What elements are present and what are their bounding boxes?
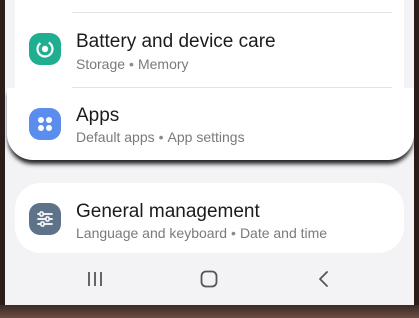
device-frame	[0, 305, 419, 318]
settings-screen: Battery and device care Storage • Memory A…	[5, 0, 414, 305]
back-icon	[319, 271, 328, 287]
settings-item-subtitle: Language and keyboard • Date and time	[76, 225, 327, 241]
subtitle-part: Default apps	[76, 129, 155, 145]
subtitle-part: Date and time	[239, 225, 328, 241]
subtitle-part: App settings	[167, 129, 245, 145]
settings-item-title: Apps	[76, 105, 120, 126]
subtitle-part: Memory	[137, 56, 189, 72]
separator-dot: •	[129, 56, 134, 72]
divider	[72, 12, 392, 13]
sliders-icon	[29, 203, 61, 235]
subtitle-part: Language and keyboard	[76, 225, 228, 241]
settings-item-general-management[interactable]: General management Language and keyboard…	[15, 183, 404, 253]
home-icon	[200, 270, 218, 288]
settings-item-battery[interactable]: Battery and device care Storage • Memory	[15, 14, 404, 88]
settings-item-title: Battery and device care	[76, 31, 276, 52]
navigation-bar	[5, 253, 414, 305]
settings-card: Battery and device care Storage • Memory	[15, 0, 404, 90]
settings-item-title: General management	[76, 201, 260, 222]
separator-dot: •	[158, 129, 164, 145]
settings-item-subtitle: Storage • Memory	[76, 56, 189, 72]
recents-button[interactable]	[75, 265, 115, 293]
apps-grid-icon	[29, 108, 61, 140]
settings-item-subtitle: Default apps • App settings	[76, 129, 245, 145]
recents-icon	[88, 272, 102, 286]
separator-dot: •	[231, 225, 236, 241]
back-button[interactable]	[304, 265, 344, 293]
subtitle-part: Storage	[76, 56, 126, 72]
battery-care-icon	[29, 33, 61, 65]
home-button[interactable]	[189, 265, 229, 293]
settings-item-apps[interactable]: Apps Default apps • App settings	[7, 88, 414, 160]
